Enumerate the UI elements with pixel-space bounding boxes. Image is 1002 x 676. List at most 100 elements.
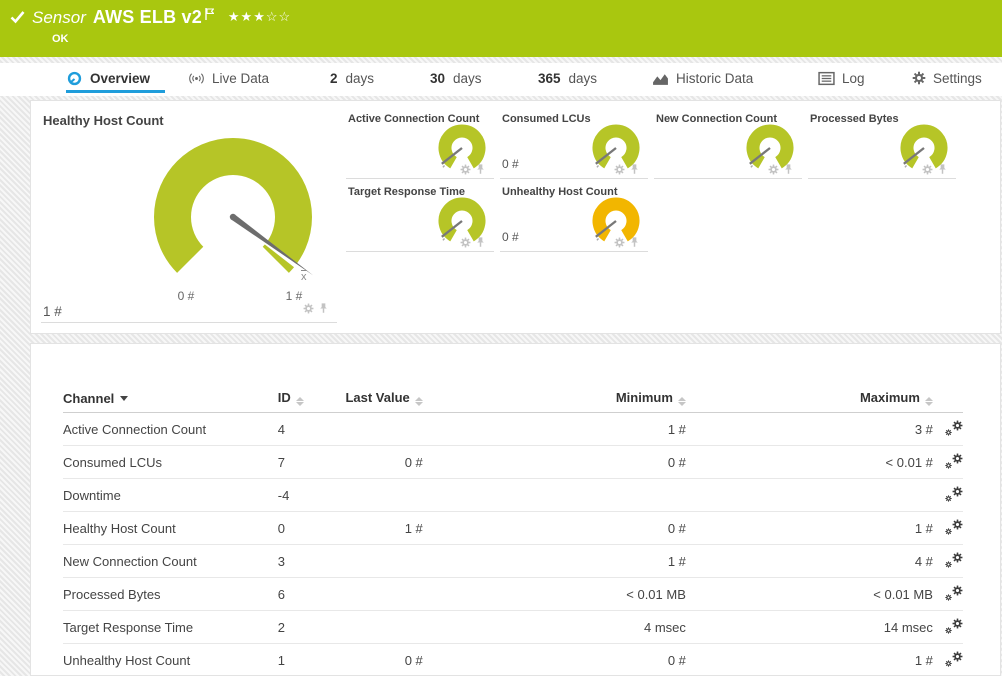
tab-log[interactable]: Log bbox=[818, 63, 865, 93]
healthy-host-count-gauge bbox=[154, 138, 313, 276]
cell-maximum bbox=[685, 478, 933, 512]
table-row: Active Connection Count 4 1 # 3 # bbox=[63, 412, 963, 446]
sort-icon bbox=[677, 397, 686, 406]
column-header-channel[interactable]: Channel bbox=[63, 384, 278, 413]
sort-descending-icon bbox=[120, 395, 129, 401]
table-row: Downtime -4 bbox=[63, 478, 963, 512]
average-marker-label: x bbox=[301, 271, 307, 283]
tab-overview-label: Overview bbox=[90, 70, 151, 86]
cell-last-value bbox=[331, 412, 423, 446]
tab-365-days[interactable]: 365 days bbox=[538, 63, 597, 93]
column-header-minimum-label: Minimum bbox=[615, 390, 673, 405]
channel-settings-icon[interactable] bbox=[945, 486, 963, 502]
cell-channel: Target Response Time bbox=[63, 610, 278, 644]
prtg-sensor-page: Sensor AWS ELB v2 ★★★☆☆ OK Overview Live… bbox=[0, 0, 1002, 676]
tab-30-days-unit: days bbox=[453, 70, 482, 86]
table-row: Unhealthy Host Count 1 0 # 0 # 1 # bbox=[63, 643, 963, 676]
stars-empty: ☆☆ bbox=[265, 8, 292, 24]
channel-gear-icon[interactable] bbox=[768, 164, 779, 175]
tab-live-data[interactable]: Live Data bbox=[188, 63, 269, 93]
column-header-last-value-label: Last Value bbox=[345, 390, 410, 405]
channel-pin-icon[interactable] bbox=[629, 236, 640, 248]
flag-icon[interactable] bbox=[205, 7, 214, 20]
channel-gear-icon[interactable] bbox=[614, 237, 625, 248]
cell-last-value: 0 # bbox=[331, 445, 423, 479]
channel-pin-icon[interactable] bbox=[475, 236, 486, 248]
cell-last-value bbox=[331, 478, 423, 512]
tab-2-days-unit: days bbox=[345, 70, 375, 86]
channel-gear-icon[interactable] bbox=[460, 237, 471, 248]
channel-settings-icon[interactable] bbox=[945, 519, 963, 535]
gauge-icon bbox=[67, 71, 82, 85]
gauge-tile-unhealthy-host-count: Unhealthy Host Count 0 # bbox=[500, 182, 648, 252]
cell-maximum: 4 # bbox=[685, 544, 933, 578]
sensor-header: Sensor AWS ELB v2 ★★★☆☆ OK bbox=[0, 0, 1002, 57]
gauge-title: Processed Bytes bbox=[810, 113, 899, 125]
column-header-id[interactable]: ID bbox=[277, 384, 332, 413]
cell-last-value bbox=[331, 577, 423, 611]
column-header-minimum[interactable]: Minimum bbox=[422, 384, 686, 413]
tab-365-days-number: 365 bbox=[538, 70, 561, 86]
tab-historic-data-label: Historic Data bbox=[676, 70, 754, 86]
channel-pin-icon[interactable] bbox=[783, 163, 794, 175]
cell-minimum: 0 # bbox=[422, 511, 686, 545]
table-row: Consumed LCUs 7 0 # 0 # < 0.01 # bbox=[63, 445, 963, 479]
channel-settings-icon[interactable] bbox=[945, 552, 963, 568]
cell-minimum: 0 # bbox=[422, 643, 686, 676]
gauge-tile-processed-bytes: Processed Bytes bbox=[808, 109, 956, 179]
channel-settings-icon[interactable] bbox=[945, 618, 963, 634]
channel-gear-icon[interactable] bbox=[922, 164, 933, 175]
channels-panel: Channel ID Last Value Minimum Maximum Ac… bbox=[30, 343, 1001, 676]
cell-minimum: 1 # bbox=[422, 544, 686, 578]
channel-pin-icon[interactable] bbox=[629, 163, 640, 175]
gauge-tile-healthy-host-count: Healthy Host Count 0 # 1 # x 1 # bbox=[41, 109, 337, 323]
tab-2-days[interactable]: 2 days bbox=[330, 63, 374, 93]
channel-gear-icon[interactable] bbox=[303, 303, 314, 314]
tab-overview[interactable]: Overview bbox=[66, 63, 150, 93]
column-header-last-value[interactable]: Last Value bbox=[331, 384, 423, 413]
channel-settings-icon[interactable] bbox=[945, 585, 963, 601]
channel-pin-icon[interactable] bbox=[318, 302, 329, 314]
gauge-title: Healthy Host Count bbox=[43, 113, 164, 128]
channel-gear-icon[interactable] bbox=[614, 164, 625, 175]
column-header-maximum[interactable]: Maximum bbox=[685, 384, 933, 413]
cell-id: 0 bbox=[277, 511, 332, 545]
cell-last-value bbox=[331, 610, 423, 644]
gauge-scale-max: 1 # bbox=[285, 289, 303, 303]
cell-last-value: 1 # bbox=[331, 511, 423, 545]
gauge-last-value: 0 # bbox=[502, 230, 519, 244]
object-kind-label: Sensor bbox=[32, 7, 86, 27]
cell-last-value bbox=[331, 544, 423, 578]
table-header-row: Channel ID Last Value Minimum Maximum bbox=[63, 384, 963, 413]
cell-channel: New Connection Count bbox=[63, 544, 278, 578]
channel-pin-icon[interactable] bbox=[475, 163, 486, 175]
channel-pin-icon[interactable] bbox=[937, 163, 948, 175]
cell-maximum: 3 # bbox=[685, 412, 933, 446]
cell-channel: Processed Bytes bbox=[63, 577, 278, 611]
table-row: Processed Bytes 6 < 0.01 MB < 0.01 MB bbox=[63, 577, 963, 611]
cell-minimum: 0 # bbox=[422, 445, 686, 479]
channel-gear-icon[interactable] bbox=[460, 164, 471, 175]
log-list-icon bbox=[818, 71, 835, 85]
priority-stars[interactable]: ★★★☆☆ bbox=[228, 9, 291, 25]
cell-id: -4 bbox=[277, 478, 332, 512]
cell-maximum: < 0.01 MB bbox=[685, 577, 933, 611]
channel-settings-icon[interactable] bbox=[945, 651, 963, 667]
status-ok-check-icon bbox=[10, 11, 25, 24]
cell-id: 3 bbox=[277, 544, 332, 578]
cell-maximum: 1 # bbox=[685, 643, 933, 676]
table-row: Healthy Host Count 0 1 # 0 # 1 # bbox=[63, 511, 963, 545]
channel-settings-icon[interactable] bbox=[945, 453, 963, 469]
tab-30-days[interactable]: 30 days bbox=[430, 63, 482, 93]
cell-channel: Healthy Host Count bbox=[63, 511, 278, 545]
gear-icon bbox=[912, 71, 926, 85]
column-header-actions bbox=[932, 384, 963, 413]
channels-table: Channel ID Last Value Minimum Maximum Ac… bbox=[63, 384, 963, 676]
sort-icon bbox=[414, 397, 423, 406]
tab-historic-data[interactable]: Historic Data bbox=[652, 63, 753, 93]
tab-settings[interactable]: Settings bbox=[912, 63, 982, 93]
channel-settings-icon[interactable] bbox=[945, 420, 963, 436]
cell-maximum: < 0.01 # bbox=[685, 445, 933, 479]
gauge-tile-new-connection-count: New Connection Count bbox=[654, 109, 802, 179]
cell-channel: Downtime bbox=[63, 478, 278, 512]
